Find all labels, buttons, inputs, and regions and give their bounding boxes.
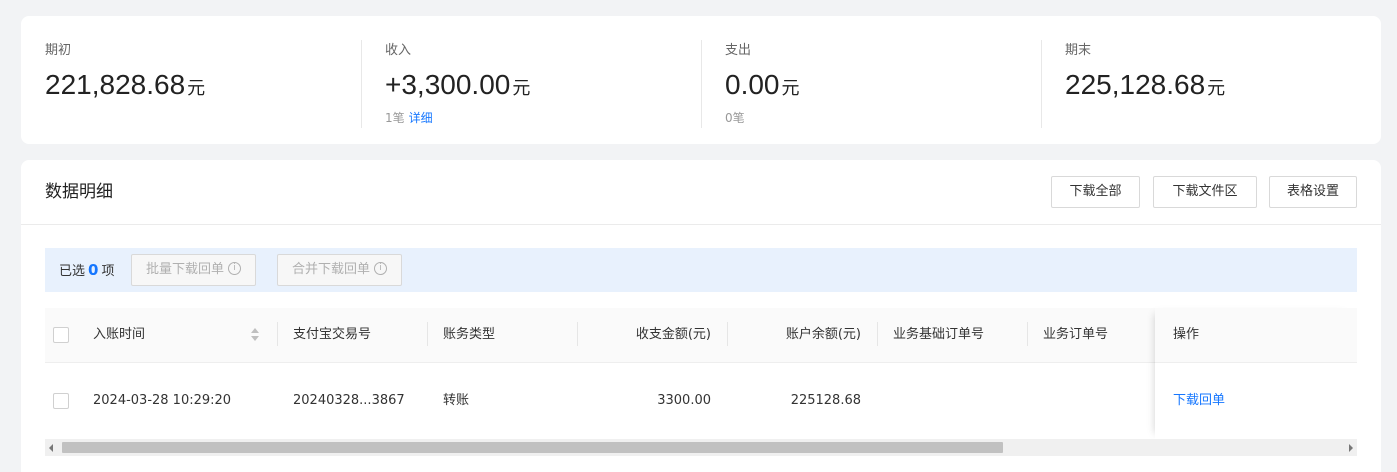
stat-income: 收入 +3,300.00 元 1笔 详细: [385, 16, 530, 144]
sort-icon[interactable]: [251, 328, 259, 342]
merge-download-button[interactable]: 合并下载回单 i: [277, 254, 403, 286]
detail-card: 数据明细 下载全部 下载文件区 表格设置 已选 0 项 批量下载回单 i 合并下载回单…: [21, 160, 1381, 472]
column-separator: [577, 322, 578, 346]
cell-trade-no: 20240328...3867: [293, 393, 405, 408]
stat-income-label: 收入: [385, 43, 412, 58]
selection-suffix: 项: [101, 264, 115, 279]
selection-prefix: 已选: [59, 264, 86, 279]
scrollbar-thumb[interactable]: [62, 442, 1003, 453]
column-header-action: 操作: [1173, 327, 1200, 342]
column-separator: [877, 322, 878, 346]
selection-bar: 已选 0 项 批量下载回单 i 合并下载回单 i: [45, 248, 1357, 292]
batch-download-button[interactable]: 批量下载回单 i: [131, 254, 257, 286]
stat-expense: 支出 0.00 元 0笔: [725, 16, 800, 144]
cell-balance: 225128.68: [790, 393, 861, 408]
detail-title: 数据明细: [45, 182, 113, 202]
fixed-action-header: 操作: [1155, 308, 1357, 363]
detail-table: 入账时间 支付宝交易号 账务类型 收支金额(元) 账户余额(元) 业务基础订单号…: [45, 308, 1357, 439]
stat-income-unit: 元: [512, 78, 531, 99]
download-all-button[interactable]: 下载全部: [1051, 176, 1140, 208]
stat-expense-count: 0笔: [725, 111, 745, 125]
selection-summary: 已选 0 项: [59, 260, 114, 282]
stat-expense-unit: 元: [781, 78, 800, 99]
download-receipt-link[interactable]: 下载回单: [1173, 392, 1225, 410]
stat-divider: [701, 40, 702, 128]
select-all-checkbox[interactable]: [53, 327, 69, 343]
stat-closing-label: 期末: [1065, 43, 1092, 58]
stat-income-sub: 1笔 详细: [385, 110, 530, 126]
stat-expense-sub: 0笔: [725, 110, 800, 126]
column-header-order: 业务订单号: [1043, 327, 1109, 342]
horizontal-scrollbar[interactable]: [45, 439, 1357, 456]
stat-opening-unit: 元: [187, 78, 206, 99]
scroll-right-arrow-icon[interactable]: [1349, 444, 1353, 452]
stat-divider: [1041, 40, 1042, 128]
stat-opening: 期初 221,828.68 元: [45, 16, 205, 144]
stat-closing: 期末 225,128.68 元: [1065, 16, 1225, 144]
stat-expense-value: 0.00: [725, 69, 780, 100]
fixed-action-body: 下载回单: [1155, 363, 1357, 439]
merge-download-label: 合并下载回单: [292, 262, 371, 277]
stat-closing-value: 225,128.68: [1065, 69, 1206, 100]
column-header-amount: 收支金额(元): [635, 327, 711, 342]
column-separator: [1027, 322, 1028, 346]
row-checkbox[interactable]: [53, 393, 69, 409]
cell-type: 转账: [443, 393, 470, 408]
cell-time: 2024-03-28 10:29:20: [93, 393, 232, 408]
stat-opening-value-row: 221,828.68 元: [45, 66, 205, 104]
stat-income-value: +3,300.00: [385, 69, 511, 100]
info-circle-icon: i: [374, 262, 388, 275]
cell-amount: 3300.00: [657, 393, 711, 408]
stat-expense-label: 支出: [725, 43, 752, 58]
selection-count: 0: [88, 261, 99, 279]
info-circle-icon: i: [228, 262, 242, 275]
column-header-type: 账务类型: [443, 327, 496, 342]
column-separator: [727, 322, 728, 346]
stat-opening-value: 221,828.68: [45, 69, 186, 100]
detail-header: 数据明细 下载全部 下载文件区 表格设置: [21, 160, 1381, 225]
column-header-balance: 账户余额(元): [785, 327, 861, 342]
summary-card: 期初 221,828.68 元 收入 +3,300.00 元 1笔 详细 支出 0.0…: [21, 16, 1381, 144]
stat-income-count: 1笔: [385, 111, 405, 125]
column-header-trade-no: 支付宝交易号: [293, 327, 372, 342]
stat-income-value-row: +3,300.00 元: [385, 66, 530, 104]
column-separator: [427, 322, 428, 346]
stat-closing-unit: 元: [1207, 78, 1226, 99]
stat-expense-value-row: 0.00 元: [725, 66, 800, 104]
stat-closing-value-row: 225,128.68 元: [1065, 66, 1225, 104]
table-settings-button[interactable]: 表格设置: [1269, 176, 1357, 208]
column-separator: [277, 322, 278, 346]
column-header-time[interactable]: 入账时间: [93, 326, 145, 344]
batch-download-label: 批量下载回单: [146, 262, 225, 277]
download-files-button[interactable]: 下载文件区: [1153, 176, 1257, 208]
stat-opening-label: 期初: [45, 43, 72, 58]
stat-divider: [361, 40, 362, 128]
income-detail-link[interactable]: 详细: [409, 111, 433, 125]
fixed-action-column: 操作 下载回单: [1155, 308, 1357, 439]
column-header-base-order: 业务基础订单号: [893, 327, 985, 342]
scroll-left-arrow-icon[interactable]: [49, 444, 53, 452]
